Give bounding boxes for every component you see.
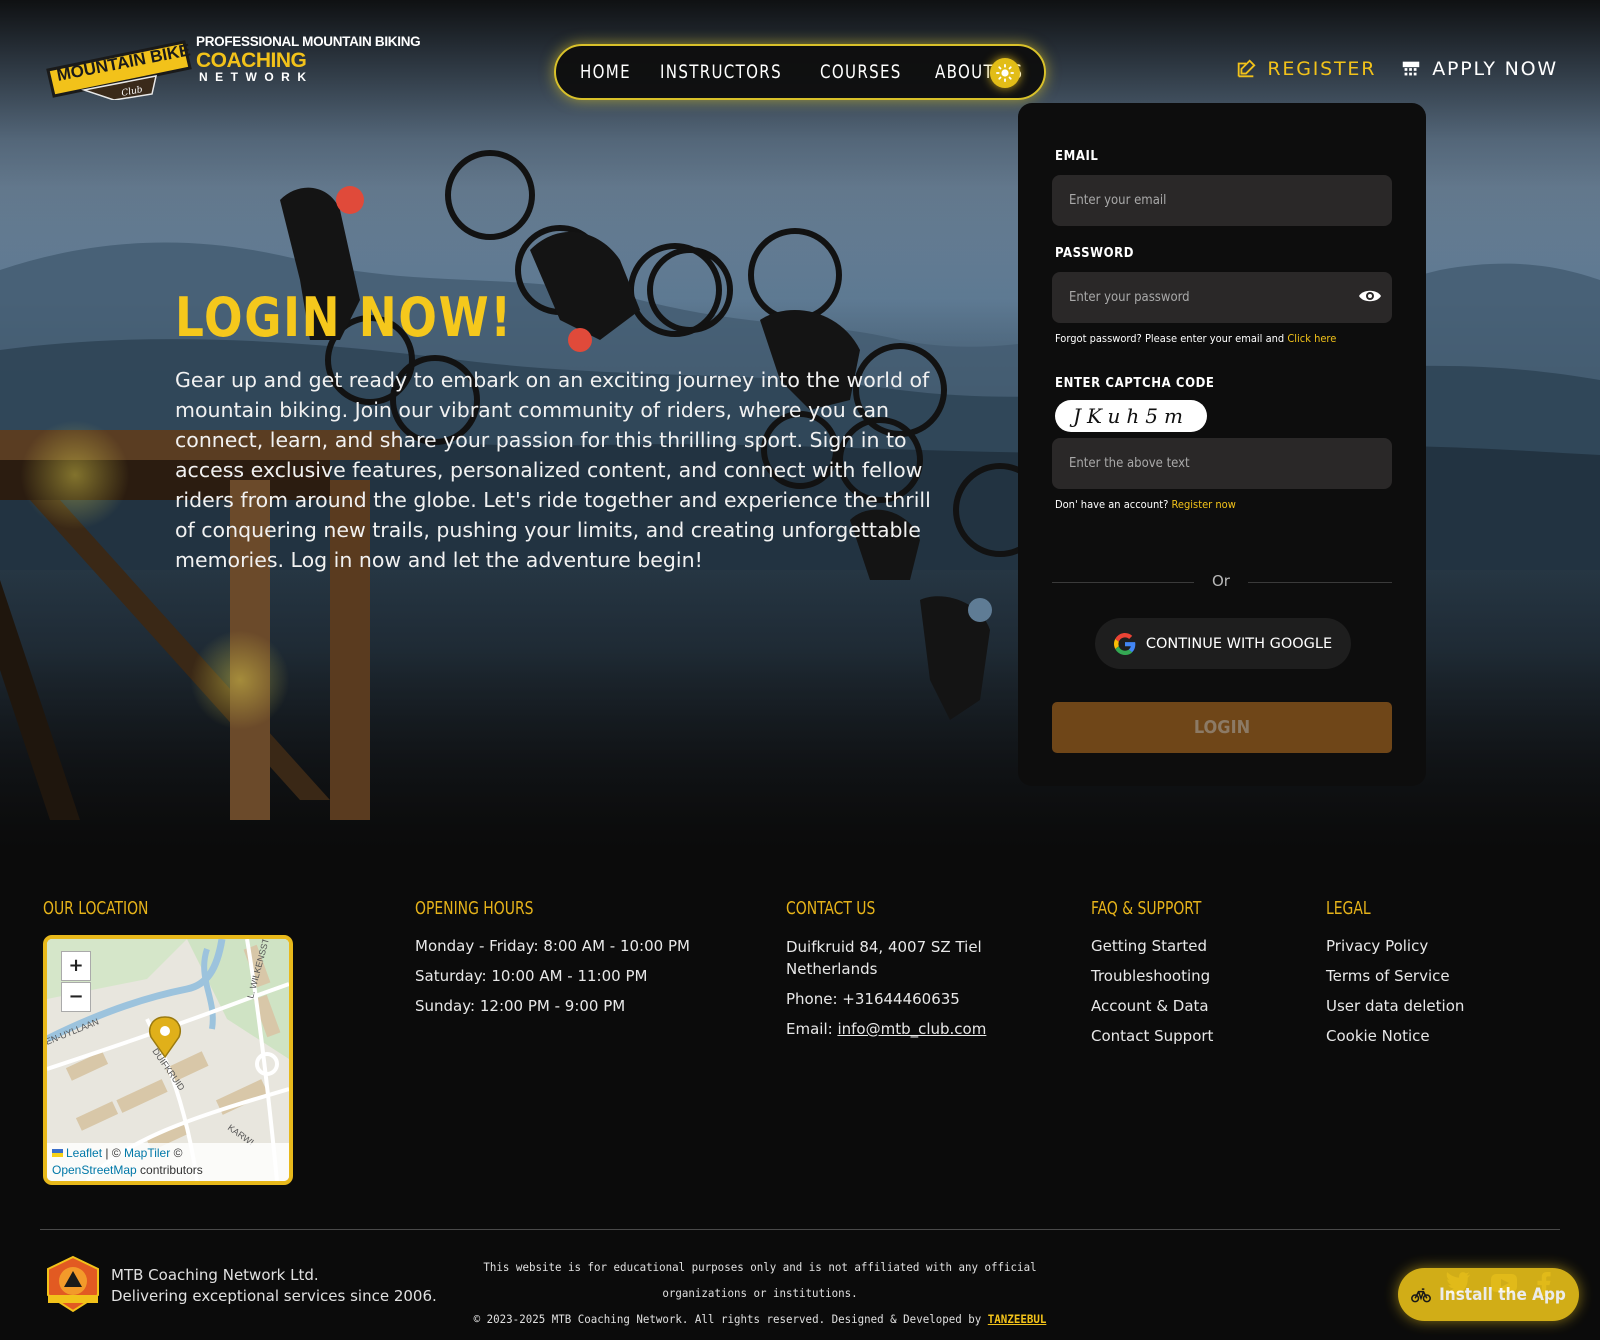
company-info: MTB Coaching Network Ltd. Delivering exc… [111, 1265, 437, 1307]
legal-cookie-notice[interactable]: Cookie Notice [1326, 1027, 1430, 1045]
no-account-text: Don' have an account? Register now [1055, 498, 1236, 511]
hours-saturday: Saturday: 10:00 AM - 11:00 PM [415, 967, 648, 985]
captcha-label: ENTER CAPTCHA CODE [1055, 376, 1215, 391]
attribution-contributors: contributors [136, 1163, 203, 1177]
hero-description: Gear up and get ready to embark on an ex… [175, 368, 931, 572]
install-app-button[interactable]: Install the App [1398, 1268, 1579, 1321]
our-location-heading: OUR LOCATION [43, 898, 149, 919]
nav-instructors[interactable]: INSTRUCTORS [660, 61, 782, 83]
faq-account-data[interactable]: Account & Data [1091, 997, 1209, 1015]
continue-with-google-button[interactable]: CONTINUE WITH GOOGLE [1095, 618, 1351, 669]
login-button[interactable]: LOGIN [1052, 702, 1392, 753]
email-input[interactable] [1052, 175, 1392, 226]
address-line-2: Netherlands [786, 960, 878, 978]
sun-icon [996, 64, 1014, 82]
edit-icon [1235, 58, 1257, 80]
copyright: © 2023-2025 MTB Coaching Network. All ri… [459, 1306, 1061, 1340]
location-map[interactable]: EN-UYLLAAN DUIFKRUID L. WILKENSSTRA KARW… [43, 935, 293, 1185]
password-label: PASSWORD [1055, 246, 1135, 261]
site-logo[interactable]: MOUNTAIN BIKE Club PROFESSIONAL MOUNTAIN… [44, 32, 444, 104]
forgot-password-message: Forgot password? Please enter your email… [1055, 332, 1288, 345]
divider-left [1052, 582, 1194, 583]
hours-sunday: Sunday: 12:00 PM - 9:00 PM [415, 997, 626, 1015]
legal-user-data-deletion[interactable]: User data deletion [1326, 997, 1464, 1015]
login-card: EMAIL PASSWORD Forgot password? Please e… [1018, 103, 1426, 786]
nav-courses[interactable]: COURSES [820, 61, 902, 83]
maptiler-link[interactable]: MapTiler [124, 1146, 170, 1160]
company-tagline: Delivering exceptional services since 20… [111, 1287, 437, 1305]
mountain-bike-club-badge: MOUNTAIN BIKE Club [46, 40, 192, 100]
footer-divider [40, 1229, 1560, 1230]
forgot-password-link[interactable]: Click here [1287, 332, 1336, 345]
contact-email: Email: info@mtb_club.com [786, 1018, 986, 1040]
faq-contact-support[interactable]: Contact Support [1091, 1027, 1213, 1045]
eye-icon[interactable] [1358, 287, 1382, 305]
or-separator: Or [1212, 572, 1230, 590]
opening-hours-list: Monday - Friday: 8:00 AM - 10:00 PM Satu… [415, 936, 690, 1026]
bicycle-icon [1411, 1286, 1432, 1304]
club-emblem-icon [47, 1255, 99, 1313]
main-nav: HOME INSTRUCTORS COURSES ABOUT US [554, 44, 1046, 100]
attribution-copyright: © [170, 1146, 183, 1160]
faq-support-heading: FAQ & SUPPORT [1091, 898, 1202, 919]
captcha-input[interactable] [1052, 438, 1392, 489]
disclaimer: This website is for educational purposes… [483, 1260, 1037, 1300]
password-input[interactable] [1052, 272, 1392, 323]
nav-home[interactable]: HOME [580, 61, 631, 83]
apply-now-label: APPLY NOW [1432, 58, 1558, 80]
contact-phone: Phone: +31644460635 [786, 990, 960, 1008]
faq-list: Getting Started Troubleshooting Account … [1091, 936, 1213, 1056]
apply-icon [1400, 58, 1422, 80]
page-title: LOGIN NOW! [175, 286, 513, 349]
register-link[interactable]: REGISTER [1235, 58, 1376, 80]
contact-us-heading: CONTACT US [786, 898, 876, 919]
openstreetmap-link[interactable]: OpenStreetMap [52, 1163, 137, 1177]
install-app-label: Install the App [1439, 1284, 1566, 1305]
captcha-image: JKuh5m [1055, 400, 1207, 432]
bokeh-light [190, 630, 290, 730]
attribution-separator: | © [102, 1146, 124, 1160]
logo-network: NETWORK [199, 70, 314, 84]
email-label: EMAIL [1055, 149, 1099, 164]
register-label: REGISTER [1267, 58, 1377, 80]
leaflet-label: Leaflet [66, 1146, 103, 1160]
leaflet-link[interactable]: Leaflet [52, 1146, 102, 1160]
legal-terms-of-service[interactable]: Terms of Service [1326, 967, 1450, 985]
ukraine-flag-icon [52, 1149, 63, 1157]
divider-right [1248, 582, 1392, 583]
legal-list: Privacy Policy Terms of Service User dat… [1326, 936, 1464, 1056]
bokeh-light [20, 420, 130, 530]
contact-details: Duifkruid 84, 4007 SZ Tiel Netherlands Ph… [786, 936, 986, 1048]
logo-tagline: PROFESSIONAL MOUNTAIN BIKING [196, 34, 421, 49]
theme-toggle-sun-icon[interactable] [990, 58, 1020, 88]
footer-legal-text: This website is for educational purposes… [459, 1254, 1061, 1340]
map-zoom-out-button[interactable]: − [61, 982, 91, 1012]
register-now-link[interactable]: Register now [1172, 498, 1236, 511]
header-actions: REGISTER APPLY NOW [1211, 58, 1558, 80]
email-link[interactable]: info@mtb_club.com [837, 1020, 986, 1038]
copyright-text: © 2023-2025 MTB Coaching Network. All ri… [473, 1312, 988, 1326]
no-account-message: Don' have an account? [1055, 498, 1172, 511]
faq-troubleshooting[interactable]: Troubleshooting [1091, 967, 1210, 985]
apply-now-link[interactable]: APPLY NOW [1400, 58, 1558, 80]
contact-address: Duifkruid 84, 4007 SZ Tiel Netherlands [786, 936, 986, 980]
map-zoom-in-button[interactable]: + [61, 951, 91, 981]
legal-privacy-policy[interactable]: Privacy Policy [1326, 937, 1428, 955]
legal-heading: LEGAL [1326, 898, 1371, 919]
hours-weekdays: Monday - Friday: 8:00 AM - 10:00 PM [415, 937, 690, 955]
google-button-label: CONTINUE WITH GOOGLE [1145, 635, 1333, 652]
company-name: MTB Coaching Network Ltd. [111, 1266, 319, 1284]
forgot-password-text: Forgot password? Please enter your email… [1055, 332, 1336, 345]
google-icon [1113, 632, 1136, 655]
faq-getting-started[interactable]: Getting Started [1091, 937, 1207, 955]
email-prefix: Email: [786, 1020, 838, 1038]
address-line-1: Duifkruid 84, 4007 SZ Tiel [786, 938, 982, 956]
opening-hours-heading: OPENING HOURS [415, 898, 534, 919]
map-attribution: Leaflet | © MapTiler © OpenStreetMap cont… [47, 1143, 289, 1181]
